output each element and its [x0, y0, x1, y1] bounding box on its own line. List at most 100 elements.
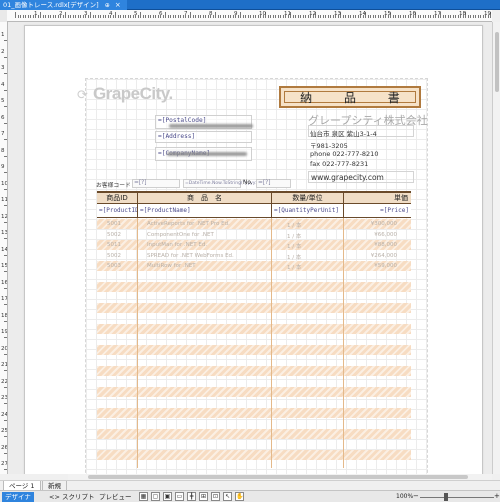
snap-lines-icon[interactable]: ╋ [187, 492, 196, 501]
redacted-text [169, 124, 253, 128]
ghost-trace-text: ActiveReports for .NET Pro Ed. [147, 221, 230, 227]
ruler-tick [4, 353, 7, 355]
vertical-ruler: 1 2 3 4 5 6 7 8 9 10 11 12 13 14 15 16 17 18 19 20 21 22 23 24 2… [0, 22, 8, 474]
vertical-scrollbar[interactable] [492, 22, 500, 474]
ruler-tick [292, 15, 294, 18]
ruler-tick [200, 15, 201, 18]
ruler-tick [152, 15, 154, 18]
ruler-tick [455, 15, 456, 18]
trace-stripe [97, 408, 411, 418]
zoom-slider-knob[interactable] [444, 493, 448, 501]
ruler-tick [4, 403, 7, 404]
trace-stripe [97, 261, 411, 271]
cell-product-id[interactable]: =[ProductID] [97, 204, 137, 217]
document-tab[interactable]: 01_画像トレース.rdlx[デザイン] ⊕ × [0, 0, 127, 10]
ruler-number: 12 [1, 213, 8, 220]
ruler-tick [350, 15, 351, 18]
no-value: =[?] [258, 180, 271, 186]
ruler-tick [405, 15, 406, 18]
ghost-trace-text: ¥59,000 [374, 263, 397, 269]
no-label: No. [243, 180, 253, 186]
ruler-tick [55, 15, 56, 18]
pointer-icon[interactable]: ↖ [223, 492, 232, 501]
ruler-number: 7 [1, 131, 5, 137]
mode-designer[interactable]: デザイナ [2, 492, 34, 502]
pin-icon[interactable]: ⊕ [105, 2, 110, 9]
cell-quantity-unit[interactable]: =[QuantityPerUnit] [271, 204, 343, 217]
vertical-scroll-thumb[interactable] [495, 32, 499, 92]
ruler-number: 1 [34, 11, 38, 17]
ghost-trace-text: 5002 [107, 252, 121, 259]
ruler-tick [180, 15, 181, 18]
ghost-trace-text: ¥300,000 [370, 221, 397, 227]
ghost-trace-text: 5011 [107, 242, 121, 248]
mode-script[interactable]: <> スクリプト [46, 492, 97, 502]
zoom-slider-track[interactable] [420, 497, 494, 498]
trace-stripe [97, 324, 411, 334]
ruler-tick [342, 15, 344, 18]
ruler-tick [347, 15, 349, 18]
customer-code-label: お客様コード [96, 183, 131, 189]
ruler-tick [295, 15, 296, 18]
ruler-number: 23 [1, 395, 8, 401]
ruler-tick [37, 15, 39, 18]
column-divider [271, 218, 272, 468]
ruler-tick [372, 15, 374, 18]
zoom-out-button[interactable]: − [413, 492, 419, 500]
frame-view-icon[interactable]: ▭ [175, 492, 184, 501]
ruler-tick [80, 15, 81, 18]
ruler-tick [422, 15, 424, 18]
ruler-tick [4, 139, 7, 140]
ruler-tick [4, 205, 7, 206]
grid-view-icon[interactable]: ▦ [139, 492, 148, 501]
hand-icon[interactable]: ✋ [235, 492, 244, 501]
title-box[interactable]: 納 品 書 [279, 86, 421, 108]
grapecity-logo-icon: ⟳ [77, 88, 88, 103]
ruler-tick [442, 15, 444, 18]
document-tab-strip: 01_画像トレース.rdlx[デザイン] ⊕ × [0, 0, 500, 10]
ruler-tick [395, 15, 396, 18]
ruler-number: 8 [209, 11, 213, 17]
ruler-tick [480, 15, 481, 18]
ruler-number: 4 [109, 11, 113, 17]
ruler-tick [115, 12, 116, 18]
ruler-tick [4, 320, 7, 322]
detail-row[interactable]: =[ProductID] =[ProductName] =[QuantityPe… [97, 204, 411, 218]
ghost-trace-text: 5001 [107, 221, 121, 227]
ruler-tick [20, 15, 21, 18]
ghost-trace-text: 1 / 本 [287, 233, 302, 240]
ruler-tick [62, 15, 64, 18]
ruler-tick [190, 12, 191, 18]
status-bar: デザイナ <> スクリプト プレビュー ▦ ▢ ▣ ▭ ╋ ⊞ ⊡ ↖ ✋ 10… [0, 490, 500, 502]
table-header-row[interactable]: 商品ID 商 品 名 数量/単位 単価 [97, 191, 411, 204]
zoom-select-icon[interactable]: ⊡ [211, 492, 220, 501]
ruler-tick [97, 15, 99, 18]
ruler-number: 13 [1, 230, 8, 236]
ruler-tick [247, 15, 249, 18]
zoom-in-button[interactable]: + [494, 492, 500, 500]
ruler-tick [305, 15, 306, 18]
cell-price[interactable]: =[Price] [343, 204, 411, 217]
logo[interactable]: GrapeCity. [93, 84, 173, 104]
ruler-tick [127, 15, 129, 18]
ruler-number: 11 [284, 11, 291, 17]
ruler-tick [330, 15, 331, 18]
ruler-tick [252, 15, 254, 18]
select-icon[interactable]: ⊞ [199, 492, 208, 501]
close-icon[interactable]: × [115, 1, 121, 9]
ruler-tick [467, 15, 469, 18]
trace-stripe [97, 366, 411, 376]
ruler-tick [142, 15, 144, 18]
ruler-tick [215, 12, 216, 18]
cell-product-name[interactable]: =[ProductName] [137, 204, 271, 217]
header-price: 単価 [343, 193, 411, 204]
design-canvas[interactable]: ⟳ GrapeCity. 納 品 書 =[PostalCode] =[Addre… [8, 22, 492, 474]
margin-view-icon[interactable]: ▣ [163, 492, 172, 501]
ruler-tick [67, 15, 69, 18]
mode-preview[interactable]: プレビュー [96, 492, 135, 502]
horizontal-scroll-thumb[interactable] [88, 475, 468, 479]
ruler-number: 7 [184, 11, 188, 17]
trace-stripe [97, 450, 411, 460]
ruler-tick [392, 15, 394, 18]
layout-view-icon[interactable]: ▢ [151, 492, 160, 501]
